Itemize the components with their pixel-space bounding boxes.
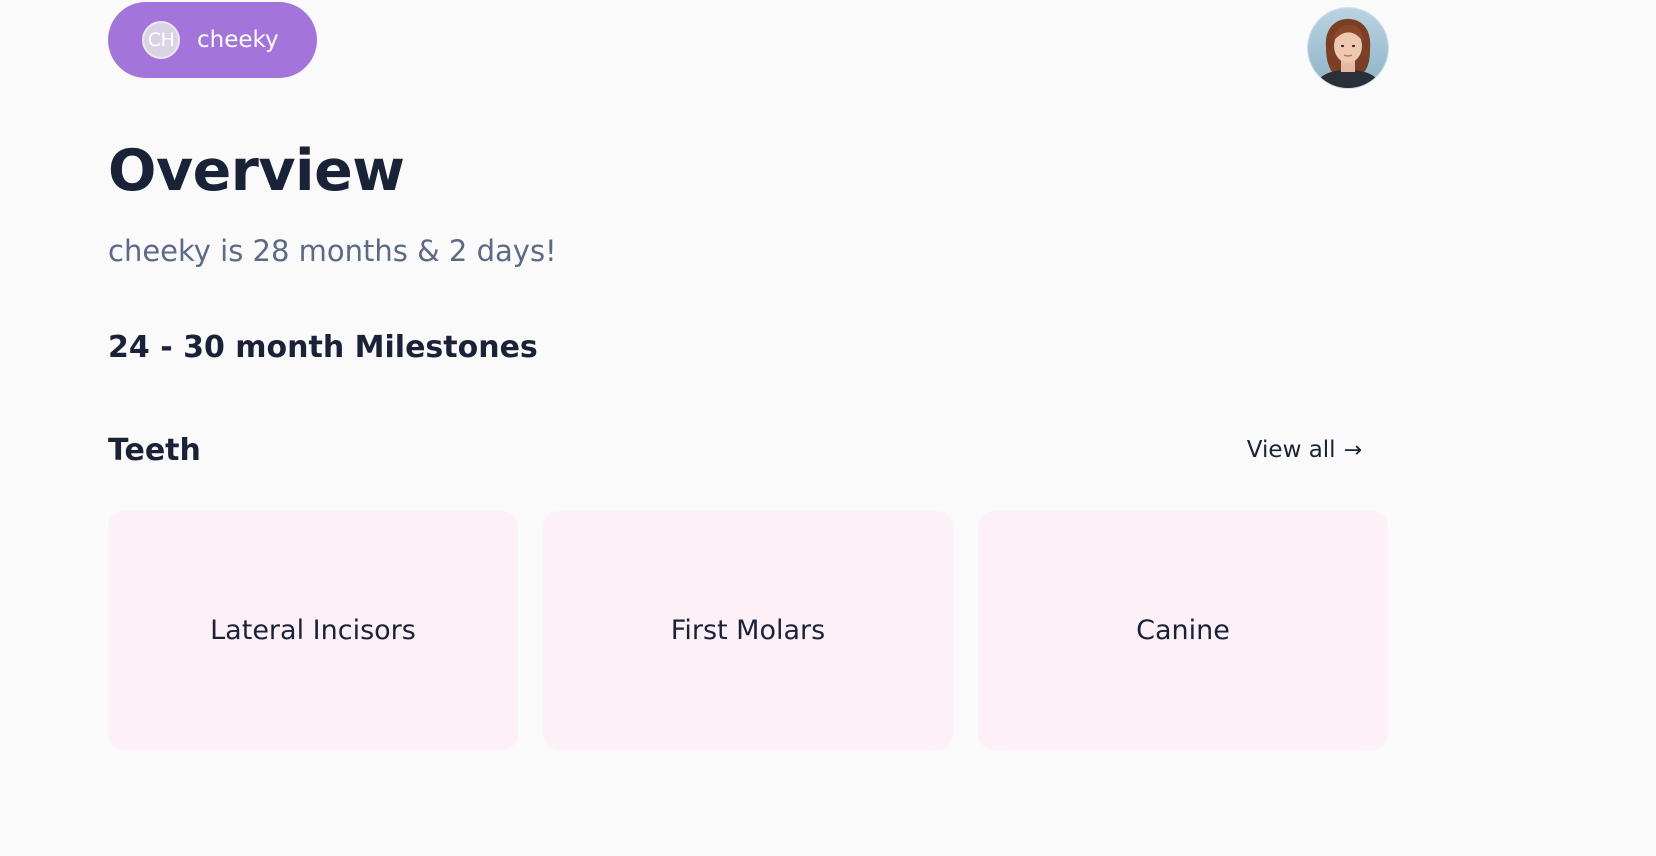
child-avatar: CH	[142, 21, 180, 59]
child-initials-text: CH	[147, 29, 175, 51]
milestones-heading: 24 - 30 month Milestones	[108, 330, 538, 365]
view-all-label: View all	[1246, 437, 1336, 463]
tooth-card-label: Canine	[1136, 615, 1230, 646]
child-age-text: cheeky is 28 months & 2 days!	[108, 234, 557, 268]
tooth-card-first-molars[interactable]: First Molars	[543, 511, 953, 750]
arrow-right-icon: →	[1343, 437, 1362, 463]
teeth-section-title: Teeth	[108, 433, 201, 468]
child-name: cheeky	[197, 27, 279, 53]
user-avatar-photo-icon	[1308, 8, 1388, 88]
view-all-teeth-link[interactable]: View all →	[1247, 437, 1362, 463]
tooth-card-canine[interactable]: Canine	[978, 511, 1388, 750]
user-avatar[interactable]	[1308, 8, 1388, 88]
teeth-cards: Lateral Incisors First Molars Canine	[108, 511, 1388, 750]
page-title: Overview	[108, 138, 405, 204]
main-container: CH cheeky Overview cheeky is 28 months &…	[108, 0, 1388, 856]
tooth-card-label: Lateral Incisors	[210, 615, 416, 646]
child-selector-button[interactable]: CH cheeky	[108, 2, 317, 78]
tooth-card-lateral-incisors[interactable]: Lateral Incisors	[108, 511, 518, 750]
tooth-card-label: First Molars	[670, 615, 826, 646]
